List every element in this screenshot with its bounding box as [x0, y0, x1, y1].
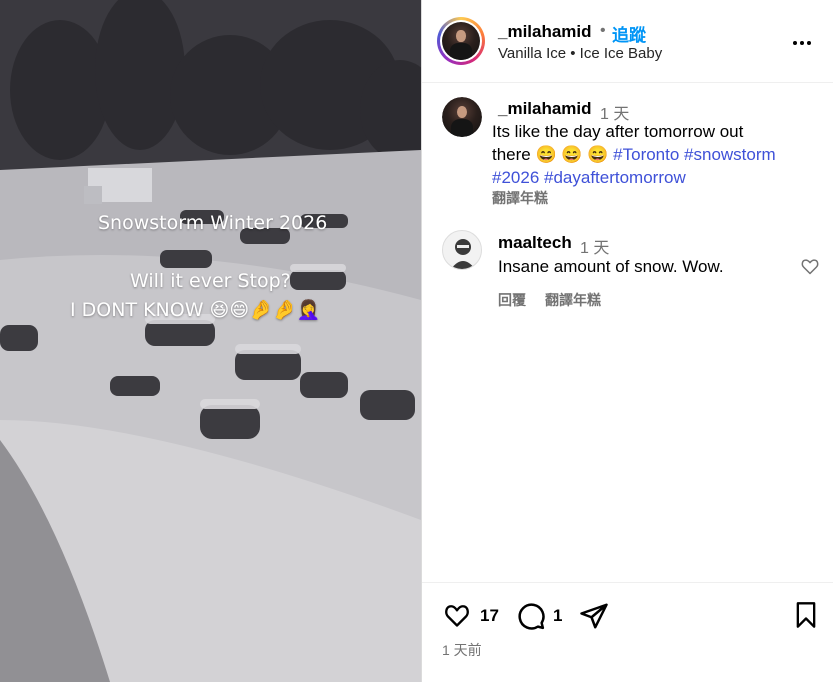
post-modal: Snowstorm Winter 2026 Will it ever Stop?… [0, 0, 833, 682]
caption-hashtags-2[interactable]: #2026 #dayaftertomorrow [492, 166, 822, 189]
posted-time: 1 天前 [442, 642, 482, 658]
more-dots-icon [793, 41, 811, 45]
caption-username[interactable]: _milahamid [498, 99, 592, 119]
follow-button[interactable]: 追蹤 [612, 21, 646, 46]
snowstorm-scene [0, 0, 421, 682]
comment-like-heart-icon[interactable] [800, 256, 820, 276]
comment-translate-button[interactable]: 翻譯年糕 [545, 290, 601, 310]
post-video[interactable]: Snowstorm Winter 2026 Will it ever Stop?… [0, 0, 421, 682]
more-options-button[interactable] [792, 30, 812, 51]
caption-hashtags-1[interactable]: #Toronto #snowstorm [613, 145, 776, 164]
share-send-icon[interactable] [579, 601, 609, 631]
comment-reply-button[interactable]: 回覆 [498, 290, 526, 310]
overlay-answer: I DONT KNOW 😆😄🤌🤌🤦‍♀️ [70, 299, 321, 321]
story-ring[interactable] [437, 17, 485, 65]
caption-translate-button[interactable]: 翻譯年糕 [492, 188, 548, 208]
like-heart-icon[interactable] [442, 601, 472, 629]
like-count[interactable]: 17 [480, 606, 499, 626]
comment-username[interactable]: maaltech [498, 233, 572, 253]
audio-track-link[interactable]: Vanilla Ice • Ice Ice Baby [498, 45, 662, 62]
header-separator: • [600, 22, 606, 39]
user-illustration-icon [451, 239, 475, 269]
comment-count[interactable]: 1 [553, 606, 562, 626]
overlay-title: Snowstorm Winter 2026 [98, 212, 328, 234]
post-actions-bar: 17 1 1 天前 [422, 582, 833, 683]
caption-text: Its like the day after tomorrow out ther… [492, 120, 822, 189]
save-bookmark-icon[interactable] [794, 601, 818, 629]
header-username[interactable]: _milahamid [498, 22, 592, 42]
overlay-question: Will it ever Stop? [130, 270, 291, 292]
comment-avatar[interactable] [442, 230, 482, 270]
post-header: _milahamid • 追蹤 Vanilla Ice • Ice Ice Ba… [422, 0, 833, 83]
comment-bubble-icon[interactable] [516, 601, 546, 631]
post-details-panel: _milahamid • 追蹤 Vanilla Ice • Ice Ice Ba… [421, 0, 833, 682]
caption-avatar[interactable] [442, 97, 482, 137]
comment-text: Insane amount of snow. Wow. [498, 257, 724, 276]
avatar [442, 22, 480, 60]
